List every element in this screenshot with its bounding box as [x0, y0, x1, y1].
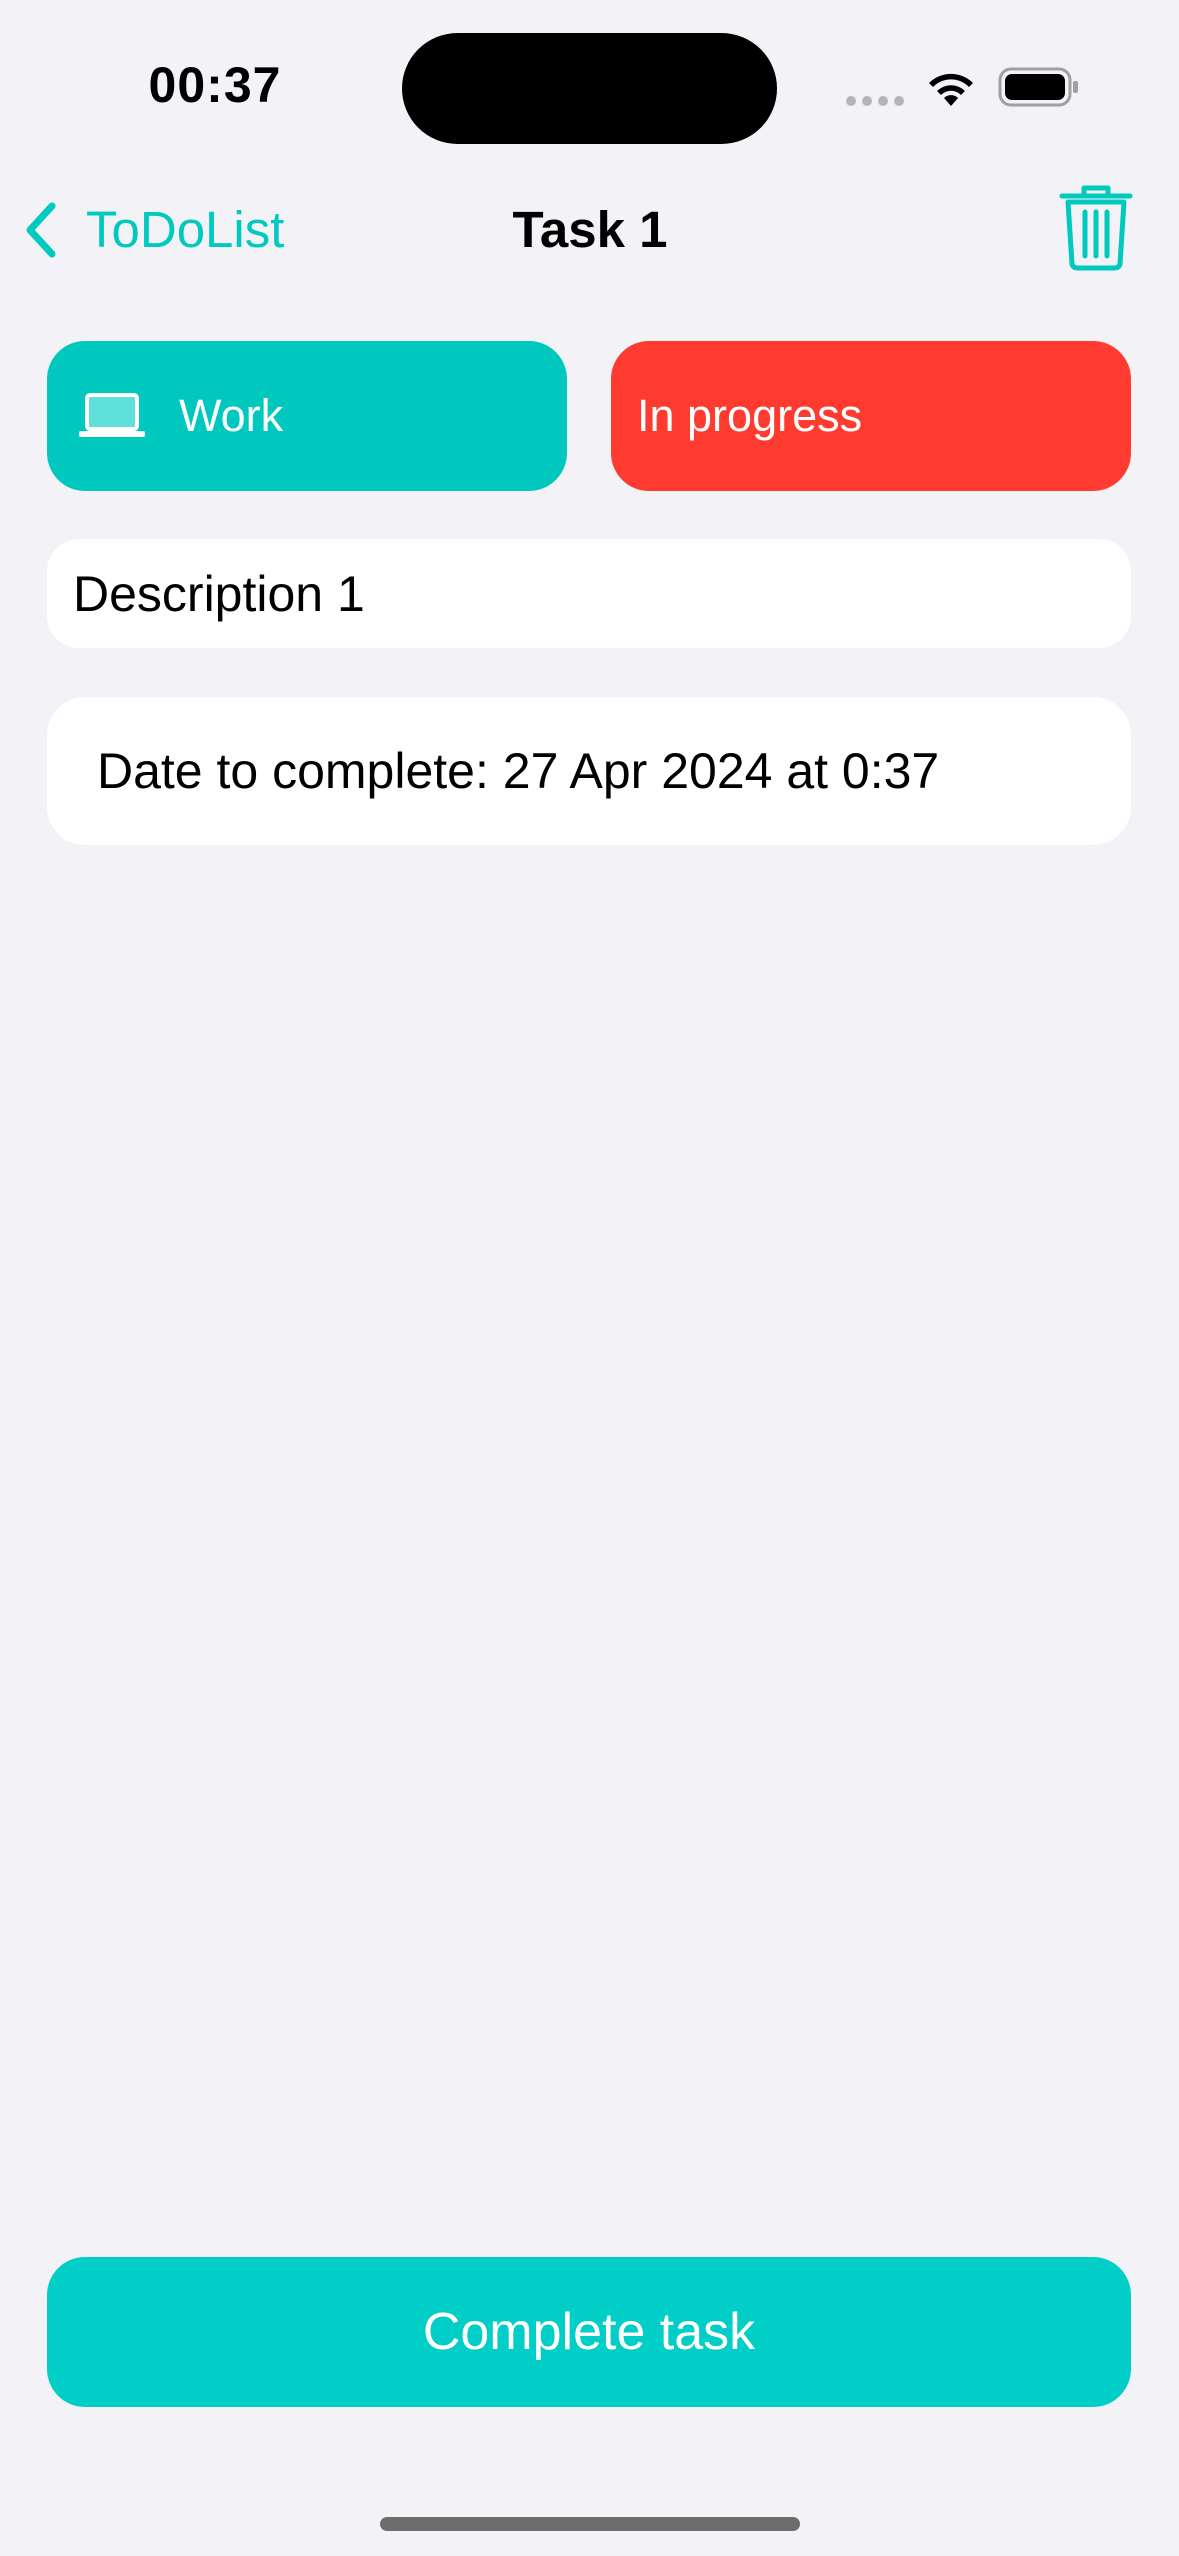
complete-task-label: Complete task	[422, 2303, 756, 2361]
description-field[interactable]: Description 1	[47, 539, 1131, 648]
wifi-icon	[929, 73, 973, 106]
dynamic-island	[402, 33, 777, 144]
chevron-left-icon	[22, 200, 62, 260]
page-title: Task 1	[512, 201, 668, 258]
trash-icon[interactable]	[1056, 182, 1136, 272]
laptop-icon	[79, 393, 145, 437]
cellular-signal-icon	[846, 96, 904, 106]
status-label: In progress	[637, 390, 863, 441]
complete-task-button[interactable]: Complete task	[47, 2257, 1131, 2407]
description-text: Description 1	[73, 565, 365, 622]
back-button[interactable]: ToDoList	[22, 190, 322, 270]
home-indicator	[380, 2517, 800, 2531]
battery-icon	[998, 67, 1078, 107]
date-to-complete-text: Date to complete: 27 Apr 2024 at 0:37	[97, 743, 940, 799]
status-time: 00:37	[148, 57, 282, 113]
category-label: Work	[179, 390, 284, 441]
category-button[interactable]: Work	[47, 341, 567, 491]
status-button[interactable]: In progress	[611, 341, 1131, 491]
back-button-label: ToDoList	[86, 201, 285, 258]
date-to-complete-field[interactable]: Date to complete: 27 Apr 2024 at 0:37	[47, 697, 1131, 845]
